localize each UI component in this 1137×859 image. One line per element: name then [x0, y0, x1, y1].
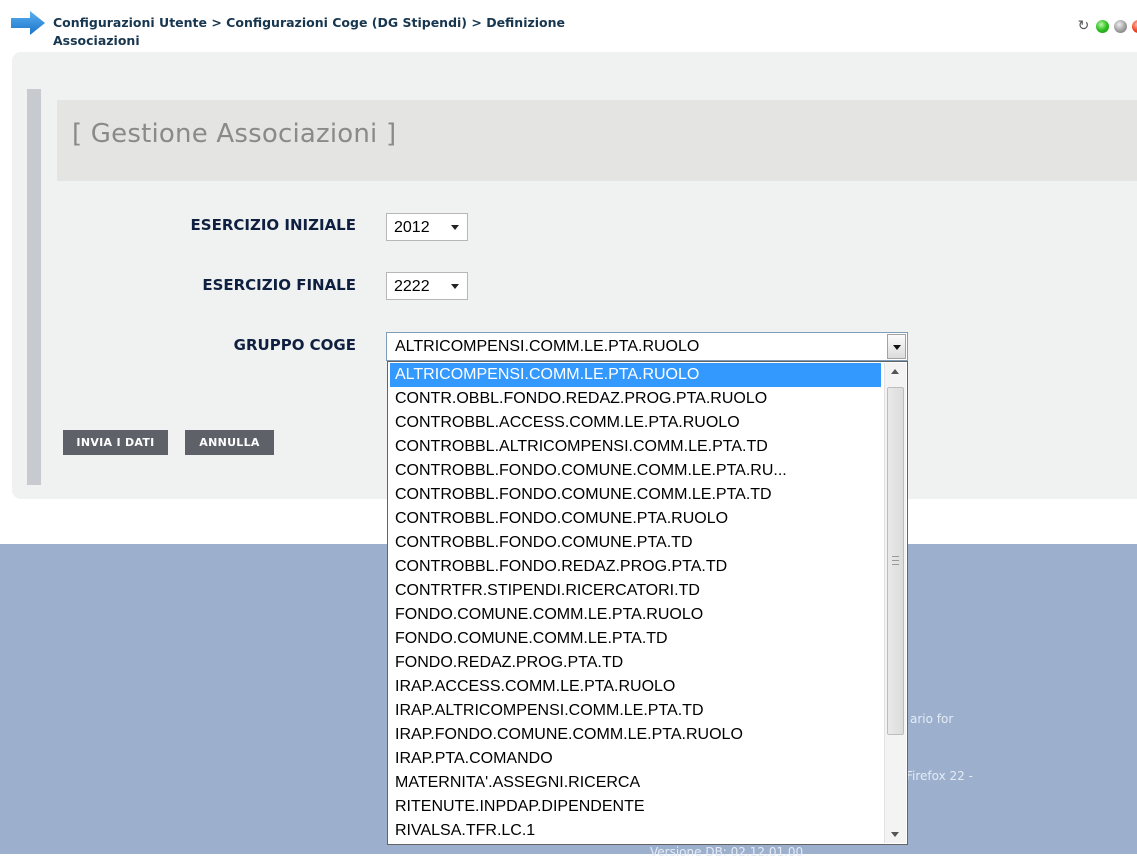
dropdown-option[interactable]: CONTROBBL.FONDO.COMUNE.COMM.LE.PTA.RU...	[390, 459, 881, 483]
dropdown-option[interactable]: IRAP.FONDO.COMUNE.COMM.LE.PTA.RUOLO	[390, 723, 881, 747]
green-status-icon[interactable]	[1096, 20, 1109, 33]
dropdown-option[interactable]: FONDO.REDAZ.PROG.PTA.TD	[390, 651, 881, 675]
footer-text-1: ario for	[910, 712, 954, 726]
scrollbar[interactable]	[884, 363, 906, 843]
scroll-up-icon[interactable]	[885, 363, 906, 380]
panel-side-bar	[27, 89, 41, 485]
dropdown-option[interactable]: RIVALSA.TFR.LC.1	[390, 819, 881, 843]
dropdown-option[interactable]: MATERNITA'.ASSEGNI.RICERCA	[390, 771, 881, 795]
esercizio-iniziale-value: 2012	[394, 219, 430, 236]
scrollbar-thumb[interactable]	[887, 387, 904, 735]
footer-text-2: Firefox 22 -	[906, 769, 973, 783]
dropdown-option[interactable]: FONDO.COMUNE.COMM.LE.PTA.RUOLO	[390, 603, 881, 627]
page-title: [ Gestione Associazioni ]	[72, 119, 397, 149]
dropdown-option[interactable]: CONTR.OBBL.FONDO.REDAZ.PROG.PTA.RUOLO	[390, 387, 881, 411]
esercizio-finale-value: 2222	[394, 278, 430, 295]
chevron-down-icon	[451, 225, 459, 230]
dropdown-option[interactable]: CONTROBBL.FONDO.COMUNE.COMM.LE.PTA.TD	[390, 483, 881, 507]
gray-status-icon[interactable]	[1114, 20, 1127, 33]
status-icons: ↻	[1077, 19, 1137, 36]
dropdown-option[interactable]: RITENUTE.INPDAP.DIPENDENTE	[390, 795, 881, 819]
breadcrumb-line-2: Associazioni	[53, 33, 140, 48]
chevron-down-icon[interactable]	[887, 334, 906, 359]
scroll-down-icon[interactable]	[885, 826, 906, 843]
dropdown-option[interactable]: CONTROBBL.ACCESS.COMM.LE.PTA.RUOLO	[390, 411, 881, 435]
dropdown-option[interactable]: IRAP.ACCESS.COMM.LE.PTA.RUOLO	[390, 675, 881, 699]
dropdown-option[interactable]: FONDO.COMUNE.COMM.LE.PTA.TD	[390, 627, 881, 651]
arrow-right-icon	[11, 11, 45, 35]
esercizio-iniziale-label: ESERCIZIO INIZIALE	[190, 216, 356, 234]
dropdown-option[interactable]: CONTROBBL.FONDO.COMUNE.PTA.TD	[390, 531, 881, 555]
grip-icon	[892, 556, 899, 565]
dropdown-option[interactable]: IRAP.PTA.COMANDO	[390, 747, 881, 771]
dropdown-option[interactable]: IRAP.ALTRICOMPENSI.COMM.LE.PTA.TD	[390, 699, 881, 723]
gruppo-coge-select[interactable]: ALTRICOMPENSI.COMM.LE.PTA.RUOLO	[386, 332, 908, 361]
gruppo-coge-dropdown-list[interactable]: RIVALSA.TFR.LC.1 RITENUTE.INPDAP.DIPENDEN…	[387, 361, 908, 845]
dropdown-option[interactable]: CONTROBBL.ALTRICOMPENSI.COMM.LE.PTA.TD	[390, 435, 881, 459]
esercizio-iniziale-select[interactable]: 2012	[386, 213, 468, 241]
footer-text-3: Versione DB: 02.12.01.00	[650, 845, 804, 859]
breadcrumb: Configurazioni Utente > Configurazioni C…	[53, 14, 693, 50]
dropdown-option[interactable]: CONTROBBL.FONDO.REDAZ.PROG.PTA.TD	[390, 555, 881, 579]
esercizio-finale-select[interactable]: 2222	[386, 272, 468, 300]
dropdown-option[interactable]: CONTRTFR.STIPENDI.RICERCATORI.TD	[390, 579, 881, 603]
annulla-button[interactable]: ANNULLA	[185, 430, 274, 455]
esercizio-finale-label: ESERCIZIO FINALE	[202, 276, 356, 294]
gruppo-coge-label: GRUPPO COGE	[233, 336, 356, 354]
chevron-down-icon	[451, 284, 459, 289]
red-status-icon[interactable]	[1132, 20, 1137, 33]
breadcrumb-line-1: Configurazioni Utente > Configurazioni C…	[53, 15, 566, 30]
refresh-icon[interactable]: ↻	[1077, 19, 1090, 33]
gruppo-coge-value: ALTRICOMPENSI.COMM.LE.PTA.RUOLO	[395, 338, 700, 355]
dropdown-option[interactable]: CONTROBBL.FONDO.COMUNE.PTA.RUOLO	[390, 507, 881, 531]
dropdown-option[interactable]: ALTRICOMPENSI.COMM.LE.PTA.RUOLO	[390, 363, 881, 387]
invia-dati-button[interactable]: INVIA I DATI	[63, 430, 168, 455]
